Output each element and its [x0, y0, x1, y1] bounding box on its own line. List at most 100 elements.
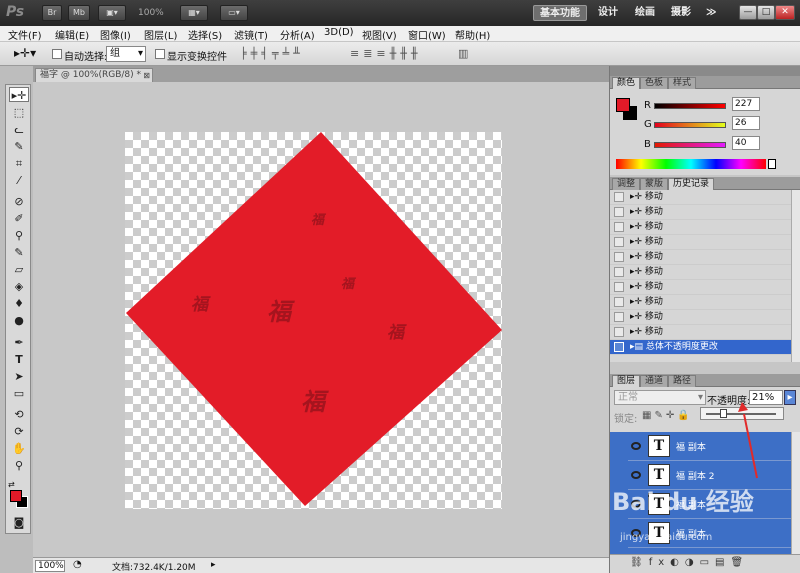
brush-tool-icon[interactable]: ✐ [9, 211, 29, 226]
menu-edit[interactable]: 编辑(E) [55, 27, 89, 42]
history-item[interactable]: ▸✛ 移动 [610, 280, 791, 295]
quick-mask-icon[interactable]: ◙ [9, 515, 29, 530]
menu-select[interactable]: 选择(S) [188, 27, 222, 42]
history-item-selected[interactable]: ▸▤ 总体不透明度更改 [610, 340, 791, 355]
lock-icons[interactable]: ▦✎✛🔒 [642, 410, 693, 421]
align-buttons-icon[interactable]: ╞╪╡╤╧╨ [240, 47, 304, 60]
history-item[interactable]: ▸✛ 移动 [610, 190, 791, 205]
swap-colors-icon[interactable]: ⇄ [8, 480, 15, 489]
zoom-tool-icon[interactable]: ⚲ [9, 458, 29, 473]
menu-view[interactable]: 视图(V) [362, 27, 397, 42]
eye-icon[interactable] [631, 442, 641, 450]
pen-tool-icon[interactable]: ✒ [9, 335, 29, 350]
zoom-level[interactable]: 100% [138, 8, 164, 18]
color-spectrum-ramp[interactable] [616, 159, 766, 169]
g-value[interactable]: 26 [732, 116, 760, 130]
marquee-tool-icon[interactable]: ⬚ [9, 105, 29, 120]
workspace-essentials[interactable]: 基本功能 [533, 5, 587, 21]
layer-row[interactable]: T 福 副本 [628, 519, 791, 548]
tab-history[interactable]: 历史记录 [668, 178, 715, 190]
blend-mode-select[interactable]: 正常 ▾ [614, 390, 706, 405]
tab-adjustments[interactable]: 调整 [612, 178, 641, 190]
r-value[interactable]: 227 [732, 97, 760, 111]
status-icon[interactable]: ◔ [73, 559, 82, 570]
tab-channels[interactable]: 通道 [640, 375, 669, 387]
b-slider[interactable] [654, 142, 726, 148]
quick-select-tool-icon[interactable]: ✎ [9, 139, 29, 154]
distribute-buttons-icon[interactable]: ≡≣≡╫╫╫ [350, 47, 422, 60]
tab-layers[interactable]: 图层 [612, 375, 641, 387]
maximize-button[interactable]: □ [757, 5, 775, 20]
history-item[interactable]: ▸✛ 移动 [610, 265, 791, 280]
show-transform-checkbox[interactable] [155, 49, 165, 59]
tab-styles[interactable]: 样式 [668, 77, 697, 89]
view-extras-icon[interactable]: ▣▾ [98, 5, 126, 21]
g-slider[interactable] [654, 122, 726, 128]
eraser-tool-icon[interactable]: ▱ [9, 262, 29, 277]
menu-help[interactable]: 帮助(H) [455, 27, 490, 42]
crop-tool-icon[interactable]: ⌗ [9, 156, 29, 171]
menu-image[interactable]: 图像(I) [100, 27, 131, 42]
canvas-area[interactable]: 福 福 福 福 福 福 [33, 82, 609, 557]
auto-align-icon[interactable]: ▥ [458, 47, 468, 60]
move-tool-preset-icon[interactable]: ▸✛▾ [14, 46, 36, 60]
fg-color-chip[interactable] [616, 98, 630, 112]
close-button[interactable]: ✕ [775, 5, 795, 20]
menu-3d[interactable]: 3D(D) [324, 27, 354, 38]
b-value[interactable]: 40 [732, 136, 760, 150]
history-item[interactable]: ▸✛ 移动 [610, 295, 791, 310]
layer-row[interactable]: T 福 副本 [628, 490, 791, 519]
lasso-tool-icon[interactable]: ᓚ [9, 122, 29, 137]
opacity-slider-thumb[interactable] [720, 409, 727, 418]
foreground-color-swatch[interactable] [10, 490, 22, 502]
dodge-tool-icon[interactable]: ● [9, 313, 29, 328]
3d-rotate-tool-icon[interactable]: ⟲ [9, 407, 29, 422]
healing-brush-tool-icon[interactable]: ⊘ [9, 194, 29, 209]
3d-orbit-tool-icon[interactable]: ⟳ [9, 424, 29, 439]
eye-icon[interactable] [631, 529, 641, 537]
tab-color[interactable]: 颜色 [612, 77, 641, 89]
arrange-documents-icon[interactable]: ▦▾ [180, 5, 208, 21]
mini-bridge-button[interactable]: Mb [68, 5, 90, 21]
move-tool-icon[interactable]: ▸✛ [9, 87, 29, 102]
rectangle-tool-icon[interactable]: ▭ [9, 386, 29, 401]
layers-scrollbar[interactable] [791, 432, 800, 554]
tab-swatches[interactable]: 色板 [640, 77, 669, 89]
layers-footer-icons[interactable]: ⛓fx◐◑▭▤🗑 [610, 554, 800, 573]
history-item[interactable]: ▸✛ 移动 [610, 325, 791, 340]
more-workspaces-button[interactable]: ≫ [700, 5, 722, 21]
history-item[interactable]: ▸✛ 移动 [610, 205, 791, 220]
opacity-slider-toggle[interactable]: ▸ [784, 390, 796, 405]
opacity-input[interactable]: 21% [749, 390, 783, 405]
eyedropper-tool-icon[interactable]: ⁄ [9, 173, 29, 188]
blur-tool-icon[interactable]: ♦ [9, 296, 29, 311]
auto-select-checkbox[interactable] [52, 49, 62, 59]
hand-tool-icon[interactable]: ✋ [9, 441, 29, 456]
close-tab-icon[interactable]: ⊠ [143, 69, 150, 82]
history-item[interactable]: ▸✛ 移动 [610, 250, 791, 265]
path-selection-tool-icon[interactable]: ➤ [9, 369, 29, 384]
tab-masks[interactable]: 蒙版 [640, 178, 669, 190]
history-brush-tool-icon[interactable]: ✎ [9, 245, 29, 260]
menu-analysis[interactable]: 分析(A) [280, 27, 315, 42]
screen-mode-icon[interactable]: ▭▾ [220, 5, 248, 21]
clone-stamp-tool-icon[interactable]: ⚲ [9, 228, 29, 243]
status-menu-arrow-icon[interactable]: ▸ [211, 560, 216, 570]
menu-window[interactable]: 窗口(W) [408, 27, 446, 42]
minimize-button[interactable]: — [739, 5, 757, 20]
auto-select-dropdown[interactable]: 组 ▾ [106, 46, 146, 62]
bridge-button[interactable]: Br [42, 5, 62, 21]
white-black-chip[interactable] [768, 159, 776, 169]
status-zoom[interactable]: 100% [35, 560, 65, 572]
workspace-painting[interactable]: 绘画 [629, 5, 661, 21]
history-scrollbar[interactable] [791, 190, 800, 362]
document-canvas[interactable]: 福 福 福 福 福 福 [125, 132, 502, 509]
eye-icon[interactable] [631, 500, 641, 508]
menu-file[interactable]: 文件(F) [8, 27, 42, 42]
history-item[interactable]: ▸✛ 移动 [610, 235, 791, 250]
workspace-photography[interactable]: 摄影 [665, 5, 697, 21]
layer-row[interactable]: T 福 副本 2 [628, 461, 791, 490]
history-item[interactable]: ▸✛ 移动 [610, 220, 791, 235]
tab-paths[interactable]: 路径 [668, 375, 697, 387]
r-slider[interactable] [654, 103, 726, 109]
